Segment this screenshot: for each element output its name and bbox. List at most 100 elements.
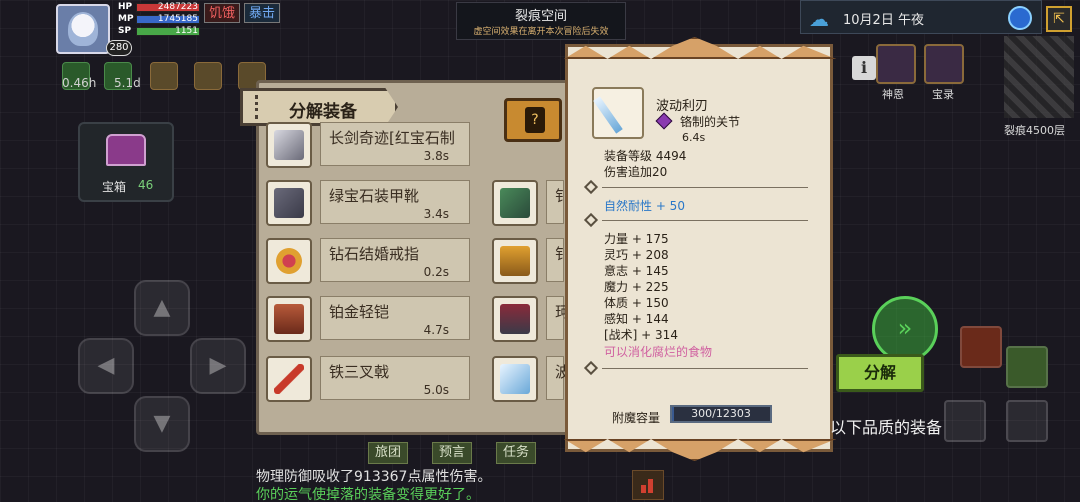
bao-lu-label: 宝录	[932, 88, 954, 101]
lock-toggle[interactable]: ?	[504, 98, 562, 142]
equipment-col2-row-5[interactable]: 波	[492, 352, 572, 408]
buff-time-2: 5.1d	[114, 76, 141, 90]
tooltip-stat: 力量 + 175	[604, 232, 669, 246]
item-tooltip: 波动利刃 铬制的关节 6.4s 装备等级 4494 伤害追加20 自然耐性 + …	[564, 37, 836, 461]
blade-icon	[492, 356, 538, 402]
tooltip-note: 可以消化腐烂的食物	[604, 345, 713, 359]
tooltip-stat: 灵巧 + 208	[604, 248, 669, 262]
tooltip-divider	[602, 220, 808, 221]
tooltip-stat: 意志 + 145	[604, 264, 669, 278]
diamond-bullet-icon	[583, 212, 599, 228]
rift-floor-label: 裂痕4500层	[1004, 124, 1065, 137]
minimap[interactable]	[1004, 36, 1074, 118]
decompose-button[interactable]: 分解	[836, 354, 924, 392]
boots-icon	[266, 180, 312, 226]
globe-icon[interactable]	[1008, 6, 1032, 30]
tooltip-divider	[602, 187, 808, 188]
item-name-box: 钻石结婚戒指 0.2s	[320, 238, 470, 282]
dpad-down-button[interactable]: ▼	[134, 396, 190, 452]
status-crit-tag[interactable]: 暴击	[244, 3, 281, 23]
auto-forward-button[interactable]: »	[872, 296, 938, 362]
combat-log-line-2: 你的运气使掉落的装备变得更好了。	[256, 487, 480, 502]
quality-filter-label[interactable]: 以下品质的装备	[830, 414, 942, 438]
date-text: 10月2日 午夜	[843, 13, 924, 28]
dpad-right-button[interactable]: ▶	[190, 338, 246, 394]
buff-icon-3[interactable]	[150, 62, 178, 90]
chest-icon	[106, 134, 146, 166]
tooltip-divider	[602, 368, 808, 369]
mp-bar: MP 1745185	[118, 14, 200, 25]
item-time: 3.4s	[423, 207, 449, 221]
player-level-badge: 280	[106, 40, 132, 56]
item-name-box: 波	[546, 356, 570, 400]
date-time-box: ☁ 10月2日 午夜	[800, 0, 1042, 34]
tooltip-stat: 感知 + 144	[604, 312, 669, 326]
bao-lu-icon[interactable]	[924, 44, 964, 84]
info-icon[interactable]: i	[852, 56, 876, 80]
buff-icon-4[interactable]	[194, 62, 222, 90]
spiral-binding	[255, 95, 265, 119]
diamond-bullet-icon	[583, 179, 599, 195]
longsword-icon	[266, 122, 312, 168]
tooltip-resistance: 自然耐性 + 50	[604, 199, 685, 213]
equipment-col2-row-3[interactable]: 钅	[492, 234, 572, 290]
dpad-left-button[interactable]: ◀	[78, 338, 134, 394]
chart-bar-icon	[641, 485, 646, 493]
equipment-row-5[interactable]: 铁三叉戟 5.0s	[266, 352, 476, 408]
hp-bar: HP 2487223	[118, 2, 200, 13]
rift-title: 裂痕空间	[514, 9, 567, 24]
chest-button[interactable]: 宝箱 46	[78, 122, 174, 202]
sp-bar: SP 1151	[118, 26, 200, 37]
chart-bar-icon	[648, 479, 653, 493]
item-name-box: 铂金轻铠 4.7s	[320, 296, 470, 340]
gun-icon	[492, 296, 538, 342]
equipment-col2-row-4[interactable]: 珂	[492, 292, 572, 348]
item-name-box: 珂	[546, 296, 570, 340]
helmet-icon	[492, 238, 538, 284]
equipment-row-3[interactable]: 钻石结婚戒指 0.2s	[266, 234, 476, 290]
equipment-col2-row-2[interactable]: 钅	[492, 176, 572, 232]
combat-log-line-1: 物理防御吸收了913367点属性伤害。	[256, 469, 492, 485]
item-name: 绿宝石装甲靴	[329, 187, 420, 205]
armor-icon	[266, 296, 312, 342]
item-name: 长剑奇迹[红宝石制	[329, 129, 455, 147]
item-name-box: 钅	[546, 180, 570, 224]
sp-value: 1151	[175, 26, 198, 36]
dpad: ▲ ◀ ▶ ▼	[78, 280, 246, 452]
skill-icon-1[interactable]	[960, 326, 1002, 368]
item-name-box: 铁三叉戟 5.0s	[320, 356, 470, 400]
bow-skill-icon[interactable]	[1006, 400, 1048, 442]
mace-icon	[492, 180, 538, 226]
exit-button[interactable]: ⇱	[1046, 6, 1072, 32]
tab-prophecy[interactable]: 预言	[432, 442, 473, 464]
mp-value: 1745185	[157, 14, 198, 24]
equipment-row-2[interactable]: 绿宝石装甲靴 3.4s	[266, 176, 476, 232]
dpad-up-button[interactable]: ▲	[134, 280, 190, 336]
sp-label: SP	[118, 26, 132, 36]
enchant-capacity-bar: 300/12303	[670, 405, 772, 423]
tooltip-item-name: 波动利刃	[656, 99, 709, 114]
player-avatar[interactable]	[56, 4, 110, 54]
item-time: 4.7s	[423, 323, 449, 337]
tab-brigade[interactable]: 旅团	[368, 442, 409, 464]
tab-quest[interactable]: 任务	[496, 442, 537, 464]
item-name-box: 长剑奇迹[红宝石制 3.8s	[320, 122, 470, 166]
shen-en-icon[interactable]	[876, 44, 916, 84]
weather-cloud-icon: ☁	[809, 7, 829, 31]
item-name: 铁三叉戟	[329, 363, 390, 381]
stats-chart-button[interactable]	[632, 470, 664, 500]
equipment-row-1[interactable]: 长剑奇迹[红宝石制 3.8s	[266, 118, 476, 174]
equipment-row-4[interactable]: 铂金轻铠 4.7s	[266, 292, 476, 348]
shen-en-label: 神恩	[882, 88, 904, 101]
status-hunger-tag[interactable]: 饥饿	[204, 3, 241, 23]
item-name: 钻石结婚戒指	[329, 245, 420, 263]
item-time: 5.0s	[423, 383, 449, 397]
sword-skill-icon[interactable]	[944, 400, 986, 442]
skill-icon-2[interactable]	[1006, 346, 1048, 388]
buff-time-1: 0.46h	[62, 76, 97, 90]
item-name-box: 绿宝石装甲靴 3.4s	[320, 180, 470, 224]
mp-label: MP	[118, 14, 134, 24]
enchant-capacity-value: 300/12303	[691, 407, 751, 420]
item-time: 3.8s	[423, 149, 449, 163]
item-name: 铂金轻铠	[329, 303, 390, 321]
